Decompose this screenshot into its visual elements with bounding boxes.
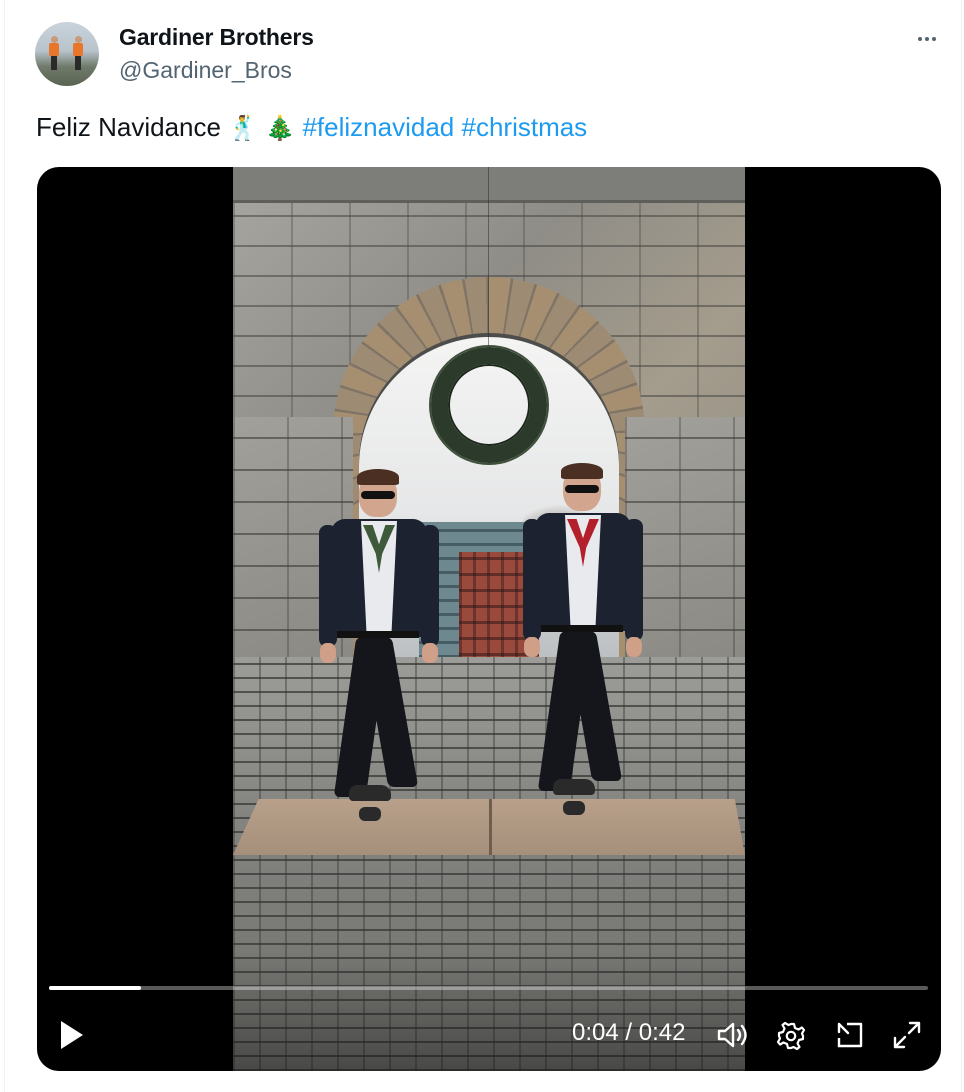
avatar-figure — [49, 36, 59, 70]
author-handle[interactable]: @Gardiner_Bros — [119, 57, 292, 84]
wreath-wire — [488, 167, 489, 347]
dancer-right — [523, 463, 643, 827]
fullscreen-expand-icon — [893, 1021, 921, 1049]
video-frame[interactable] — [233, 167, 745, 1071]
duration: 0:42 — [638, 1019, 686, 1046]
dancer-left — [319, 469, 439, 833]
author-avatar[interactable] — [35, 22, 99, 86]
picture-in-picture-button[interactable] — [831, 1017, 869, 1053]
volume-button[interactable] — [713, 1017, 753, 1053]
hashtag-link[interactable]: #christmas — [461, 112, 587, 142]
board-seam — [489, 799, 492, 855]
fullscreen-button[interactable] — [889, 1017, 925, 1053]
video-progress-bar[interactable] — [49, 986, 928, 990]
play-icon — [61, 1021, 83, 1049]
settings-button[interactable] — [772, 1017, 810, 1055]
hashtag-link[interactable]: #feliznavidad — [302, 112, 454, 142]
author-display-name[interactable]: Gardiner Brothers — [119, 24, 314, 51]
volume-icon — [717, 1022, 747, 1048]
play-button[interactable] — [55, 1018, 89, 1052]
video-player[interactable]: 0:04 / 0:42 — [37, 167, 941, 1071]
time-separator: / — [625, 1019, 633, 1046]
avatar-figure — [73, 36, 83, 70]
tweet-text: Feliz Navidance 🕺 🎄 #feliznavidad #chris… — [36, 110, 587, 146]
christmas-tree-emoji: 🎄 — [265, 115, 296, 142]
settings-gear-icon — [776, 1021, 806, 1051]
dancing-man-emoji: 🕺 — [228, 115, 259, 142]
more-dot-icon — [925, 37, 929, 41]
video-progress-fill — [49, 986, 141, 990]
more-dot-icon — [918, 37, 922, 41]
christmas-wreath — [431, 347, 547, 463]
more-dot-icon — [932, 37, 936, 41]
more-options-button[interactable] — [909, 24, 945, 54]
video-time: 0:04 / 0:42 — [572, 1019, 685, 1047]
tweet-body: Feliz Navidance — [36, 112, 221, 142]
picture-in-picture-icon — [837, 1022, 863, 1048]
current-time: 0:04 — [572, 1019, 619, 1046]
wall-coping — [233, 167, 745, 203]
tweet-card[interactable]: Gardiner Brothers @Gardiner_Bros Feliz N… — [4, 0, 962, 1092]
